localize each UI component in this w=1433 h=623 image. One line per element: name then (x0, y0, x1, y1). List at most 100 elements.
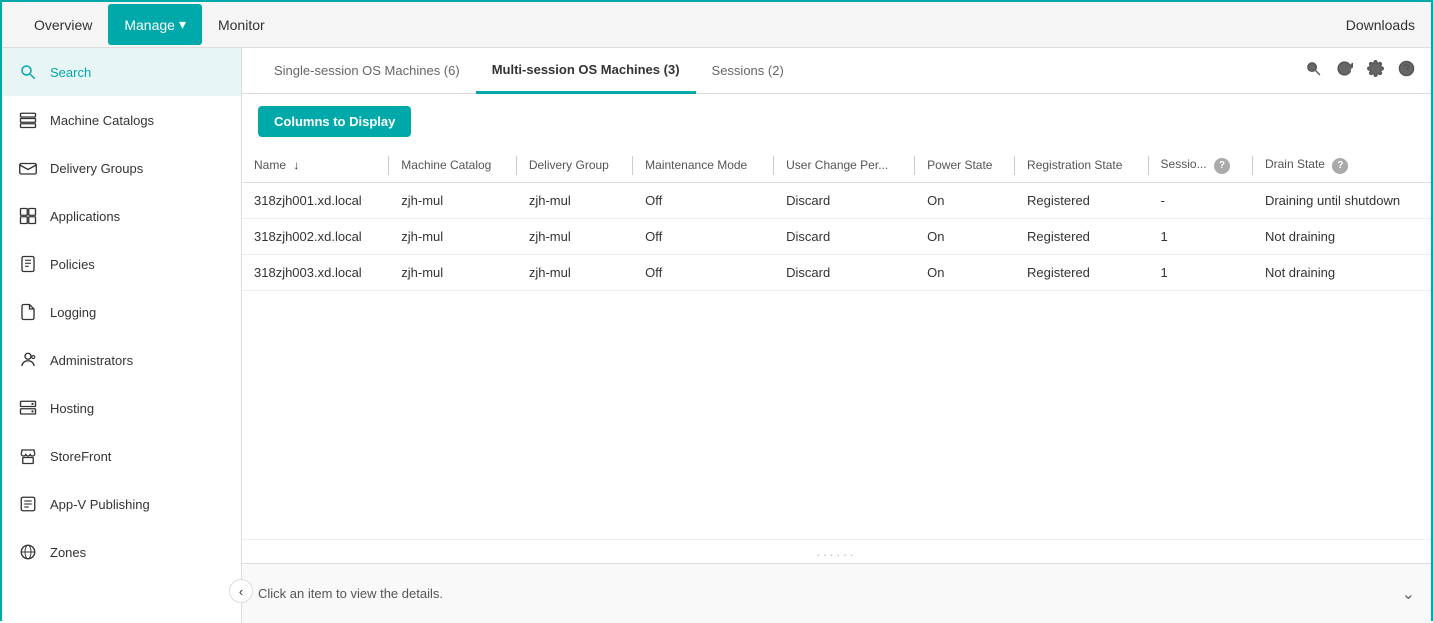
col-sessions: Sessio... ? (1149, 149, 1253, 182)
col-maintenance-mode: Maintenance Mode (633, 149, 774, 182)
appv-icon (18, 494, 38, 514)
col-machine-catalog: Machine Catalog (389, 149, 517, 182)
sidebar-item-storefront[interactable]: StoreFront (2, 432, 241, 480)
cell-machine-catalog: zjh-mul (389, 182, 517, 218)
sidebar-item-appv[interactable]: App-V Publishing (2, 480, 241, 528)
administrators-icon (18, 350, 38, 370)
nav-overview[interactable]: Overview (18, 5, 108, 45)
sidebar-item-applications[interactable]: Applications (2, 192, 241, 240)
data-table: Name ↓ Machine Catalog Delivery Group (242, 149, 1431, 291)
delivery-icon (18, 158, 38, 178)
cell-user-change-per: Discard (774, 218, 915, 254)
cell-user-change-per: Discard (774, 254, 915, 290)
drain-state-help-icon[interactable]: ? (1332, 158, 1348, 174)
dropdown-icon: ▾ (179, 16, 186, 33)
sidebar-item-delivery-groups[interactable]: Delivery Groups (2, 144, 241, 192)
cell-maintenance-mode: Off (633, 218, 774, 254)
cell-drain-state: Not draining (1253, 254, 1431, 290)
cell-sessions: 1 (1149, 218, 1253, 254)
table-row[interactable]: 318zjh002.xd.localzjh-mulzjh-mulOffDisca… (242, 218, 1431, 254)
sidebar-label-machine-catalogs: Machine Catalogs (50, 113, 154, 128)
cell-delivery-group: zjh-mul (517, 218, 633, 254)
cell-maintenance-mode: Off (633, 182, 774, 218)
sort-icon[interactable]: ↓ (293, 158, 299, 172)
col-power-state: Power State (915, 149, 1015, 182)
details-panel: Click an item to view the details. ⌄ (242, 563, 1431, 623)
cell-name: 318zjh003.xd.local (242, 254, 389, 290)
table-row[interactable]: 318zjh003.xd.localzjh-mulzjh-mulOffDisca… (242, 254, 1431, 290)
cell-sessions: - (1149, 182, 1253, 218)
settings-action-icon[interactable] (1367, 60, 1384, 82)
sessions-help-icon[interactable]: ? (1214, 158, 1230, 174)
cell-registration-state: Registered (1015, 254, 1149, 290)
sidebar-item-hosting[interactable]: Hosting (2, 384, 241, 432)
chevron-down-icon[interactable]: ⌄ (1402, 584, 1415, 604)
cell-drain-state: Not draining (1253, 218, 1431, 254)
cell-drain-state: Draining until shutdown (1253, 182, 1431, 218)
table-header-row: Name ↓ Machine Catalog Delivery Group (242, 149, 1431, 182)
col-drain-state: Drain State ? (1253, 149, 1431, 182)
col-user-change-per: User Change Per... (774, 149, 915, 182)
details-click-text: Click an item to view the details. (258, 586, 443, 601)
cell-power-state: On (915, 254, 1015, 290)
sidebar-label-zones: Zones (50, 545, 86, 560)
nav-downloads[interactable]: Downloads (1346, 17, 1415, 33)
cell-user-change-per: Discard (774, 182, 915, 218)
sidebar-label-policies: Policies (50, 257, 95, 272)
sidebar-item-logging[interactable]: Logging (2, 288, 241, 336)
sidebar-label-administrators: Administrators (50, 353, 133, 368)
search-action-icon[interactable] (1305, 60, 1322, 82)
cell-power-state: On (915, 182, 1015, 218)
sidebar-collapse-button[interactable]: ‹ (229, 579, 253, 603)
refresh-action-icon[interactable] (1336, 60, 1353, 82)
toolbar: Columns to Display (242, 94, 1431, 149)
help-action-icon[interactable] (1398, 60, 1415, 82)
cell-name: 318zjh001.xd.local (242, 182, 389, 218)
cell-delivery-group: zjh-mul (517, 182, 633, 218)
cell-registration-state: Registered (1015, 182, 1149, 218)
col-registration-state: Registration State (1015, 149, 1149, 182)
sidebar-label-hosting: Hosting (50, 401, 94, 416)
table-row[interactable]: 318zjh001.xd.localzjh-mulzjh-mulOffDisca… (242, 182, 1431, 218)
sidebar-item-policies[interactable]: Policies (2, 240, 241, 288)
tab-actions (1305, 60, 1415, 82)
tab-sessions[interactable]: Sessions (2) (696, 49, 800, 94)
sidebar-label-appv: App-V Publishing (50, 497, 150, 512)
storefront-icon (18, 446, 38, 466)
sidebar-label-storefront: StoreFront (50, 449, 111, 464)
cell-sessions: 1 (1149, 254, 1253, 290)
applications-icon (18, 206, 38, 226)
nav-monitor[interactable]: Monitor (202, 5, 281, 45)
details-dots-row: ...... (242, 539, 1431, 563)
col-name: Name ↓ (242, 149, 389, 182)
table-body: 318zjh001.xd.localzjh-mulzjh-mulOffDisca… (242, 182, 1431, 290)
cell-machine-catalog: zjh-mul (389, 218, 517, 254)
sidebar-label-delivery-groups: Delivery Groups (50, 161, 143, 176)
sidebar: Search Machine Catalogs Delivery Groups … (2, 48, 242, 623)
sidebar-label-logging: Logging (50, 305, 96, 320)
cell-name: 318zjh002.xd.local (242, 218, 389, 254)
sidebar-item-machine-catalogs[interactable]: Machine Catalogs (2, 96, 241, 144)
cell-maintenance-mode: Off (633, 254, 774, 290)
tab-single-session[interactable]: Single-session OS Machines (6) (258, 49, 476, 94)
tab-multi-session[interactable]: Multi-session OS Machines (3) (476, 48, 696, 94)
details-dots: ...... (817, 544, 857, 559)
sidebar-item-zones[interactable]: Zones (2, 528, 241, 576)
sidebar-label-applications: Applications (50, 209, 120, 224)
columns-to-display-button[interactable]: Columns to Display (258, 106, 411, 137)
catalog-icon (18, 110, 38, 130)
top-nav: Overview Manage ▾ Monitor Downloads (2, 2, 1431, 48)
cell-registration-state: Registered (1015, 218, 1149, 254)
search-icon (18, 62, 38, 82)
hosting-icon (18, 398, 38, 418)
policies-icon (18, 254, 38, 274)
nav-manage[interactable]: Manage ▾ (108, 4, 202, 45)
sidebar-item-administrators[interactable]: Administrators (2, 336, 241, 384)
col-delivery-group: Delivery Group (517, 149, 633, 182)
sidebar-label-search: Search (50, 65, 91, 80)
sidebar-item-search[interactable]: Search (2, 48, 241, 96)
zones-icon (18, 542, 38, 562)
content-area: Single-session OS Machines (6) Multi-ses… (242, 48, 1431, 623)
cell-power-state: On (915, 218, 1015, 254)
logging-icon (18, 302, 38, 322)
